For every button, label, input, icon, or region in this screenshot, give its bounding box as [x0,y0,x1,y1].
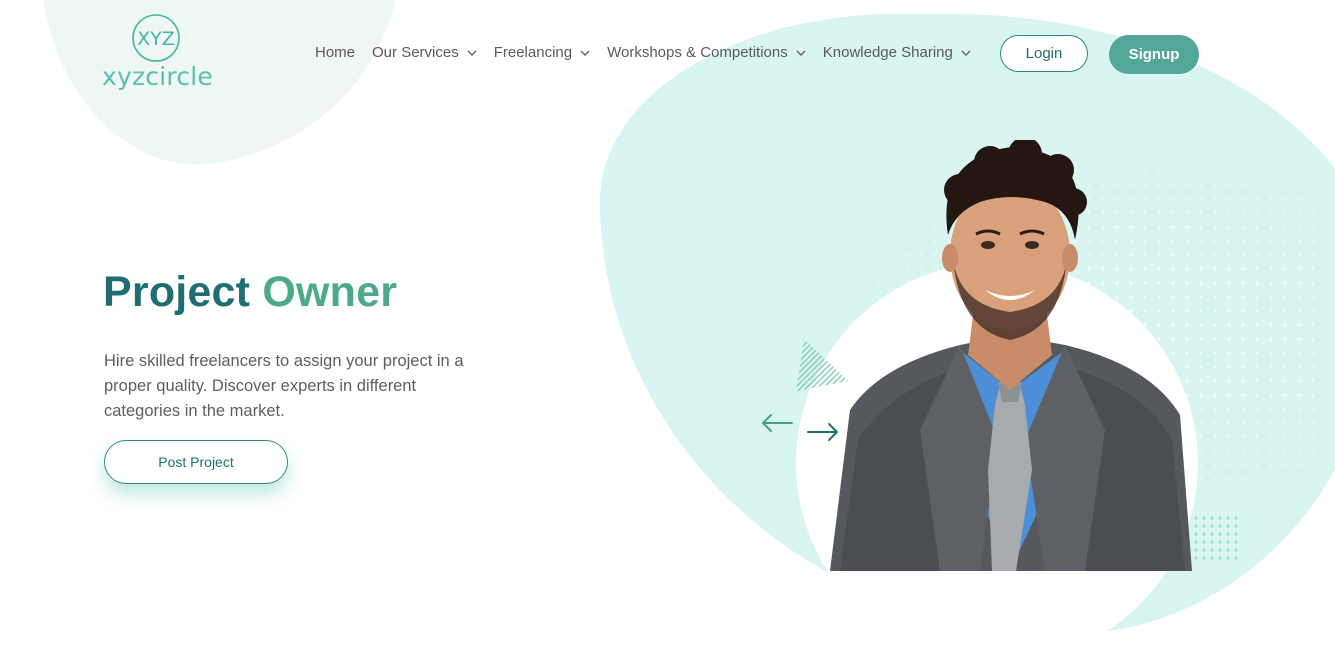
project-owner-portrait [830,140,1192,571]
chevron-down-icon [467,49,477,56]
nav-item-label: Workshops & Competitions [607,44,788,61]
hero-title: Project Owner [103,268,397,317]
logo-wordmark: xyzcircle [102,62,214,91]
main-navigation: Home Our Services Freelancing Workshops … [315,44,988,61]
hero-title-accent: Owner [262,268,398,316]
nav-item-label: Our Services [372,44,459,61]
arrow-left-icon[interactable] [760,413,794,433]
hero-description: Hire skilled freelancers to assign your … [104,352,464,420]
nav-item-label: Home [315,44,356,61]
nav-item-label: Knowledge Sharing [822,44,953,61]
nav-item-home[interactable]: Home [315,44,355,61]
nav-item-knowledge-sharing[interactable]: Knowledge Sharing [823,44,971,61]
chevron-down-icon [961,49,971,56]
logo-mark-text: XYZ [137,28,175,50]
header-blob-decoration [26,0,426,184]
chevron-down-icon [580,49,590,56]
site-logo[interactable]: XYZ xyzcircle [100,12,215,102]
nav-item-label: Freelancing [493,44,573,61]
signup-button[interactable]: Signup [1109,35,1199,74]
hero-title-main: Project [103,268,251,316]
nav-item-freelancing[interactable]: Freelancing [494,44,590,61]
nav-item-workshops-competitions[interactable]: Workshops & Competitions [607,44,806,61]
chevron-down-icon [796,49,806,56]
nav-item-our-services[interactable]: Our Services [372,44,477,61]
post-project-button[interactable]: Post Project [104,440,288,484]
login-button[interactable]: Login [1000,35,1088,72]
